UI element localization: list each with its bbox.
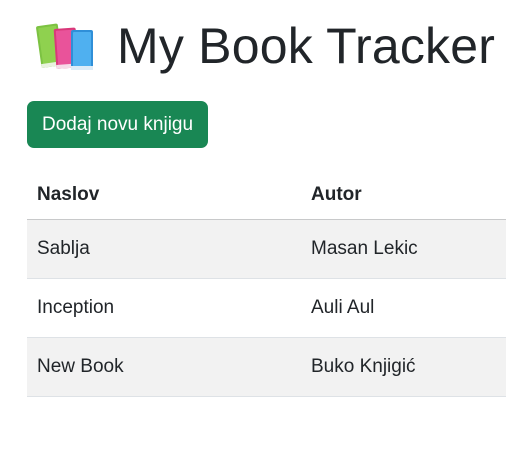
column-header-title: Naslov <box>27 171 301 220</box>
table-header-row: Naslov Autor <box>27 171 506 220</box>
books-icon <box>36 23 93 70</box>
page-header: My Book Tracker <box>27 0 506 92</box>
cell-title: Sablja <box>27 219 301 279</box>
cell-author: Masan Lekic <box>301 219 506 279</box>
cell-title: Inception <box>27 278 301 338</box>
add-book-button[interactable]: Dodaj novu knjigu <box>27 101 209 148</box>
cell-author: Auli Aul <box>301 278 506 338</box>
page: My Book Tracker Dodaj novu knjigu Naslov… <box>0 0 506 462</box>
table-row: Inception Auli Aul <box>27 278 506 338</box>
column-header-author: Autor <box>301 171 506 220</box>
books-table: Naslov Autor Sablja Masan Lekic Inceptio… <box>27 171 506 397</box>
cell-author: Buko Knjigić <box>301 337 506 397</box>
page-title: My Book Tracker <box>117 18 496 74</box>
table-row: New Book Buko Knjigić <box>27 337 506 397</box>
cell-title: New Book <box>27 337 301 397</box>
table-row: Sablja Masan Lekic <box>27 219 506 279</box>
